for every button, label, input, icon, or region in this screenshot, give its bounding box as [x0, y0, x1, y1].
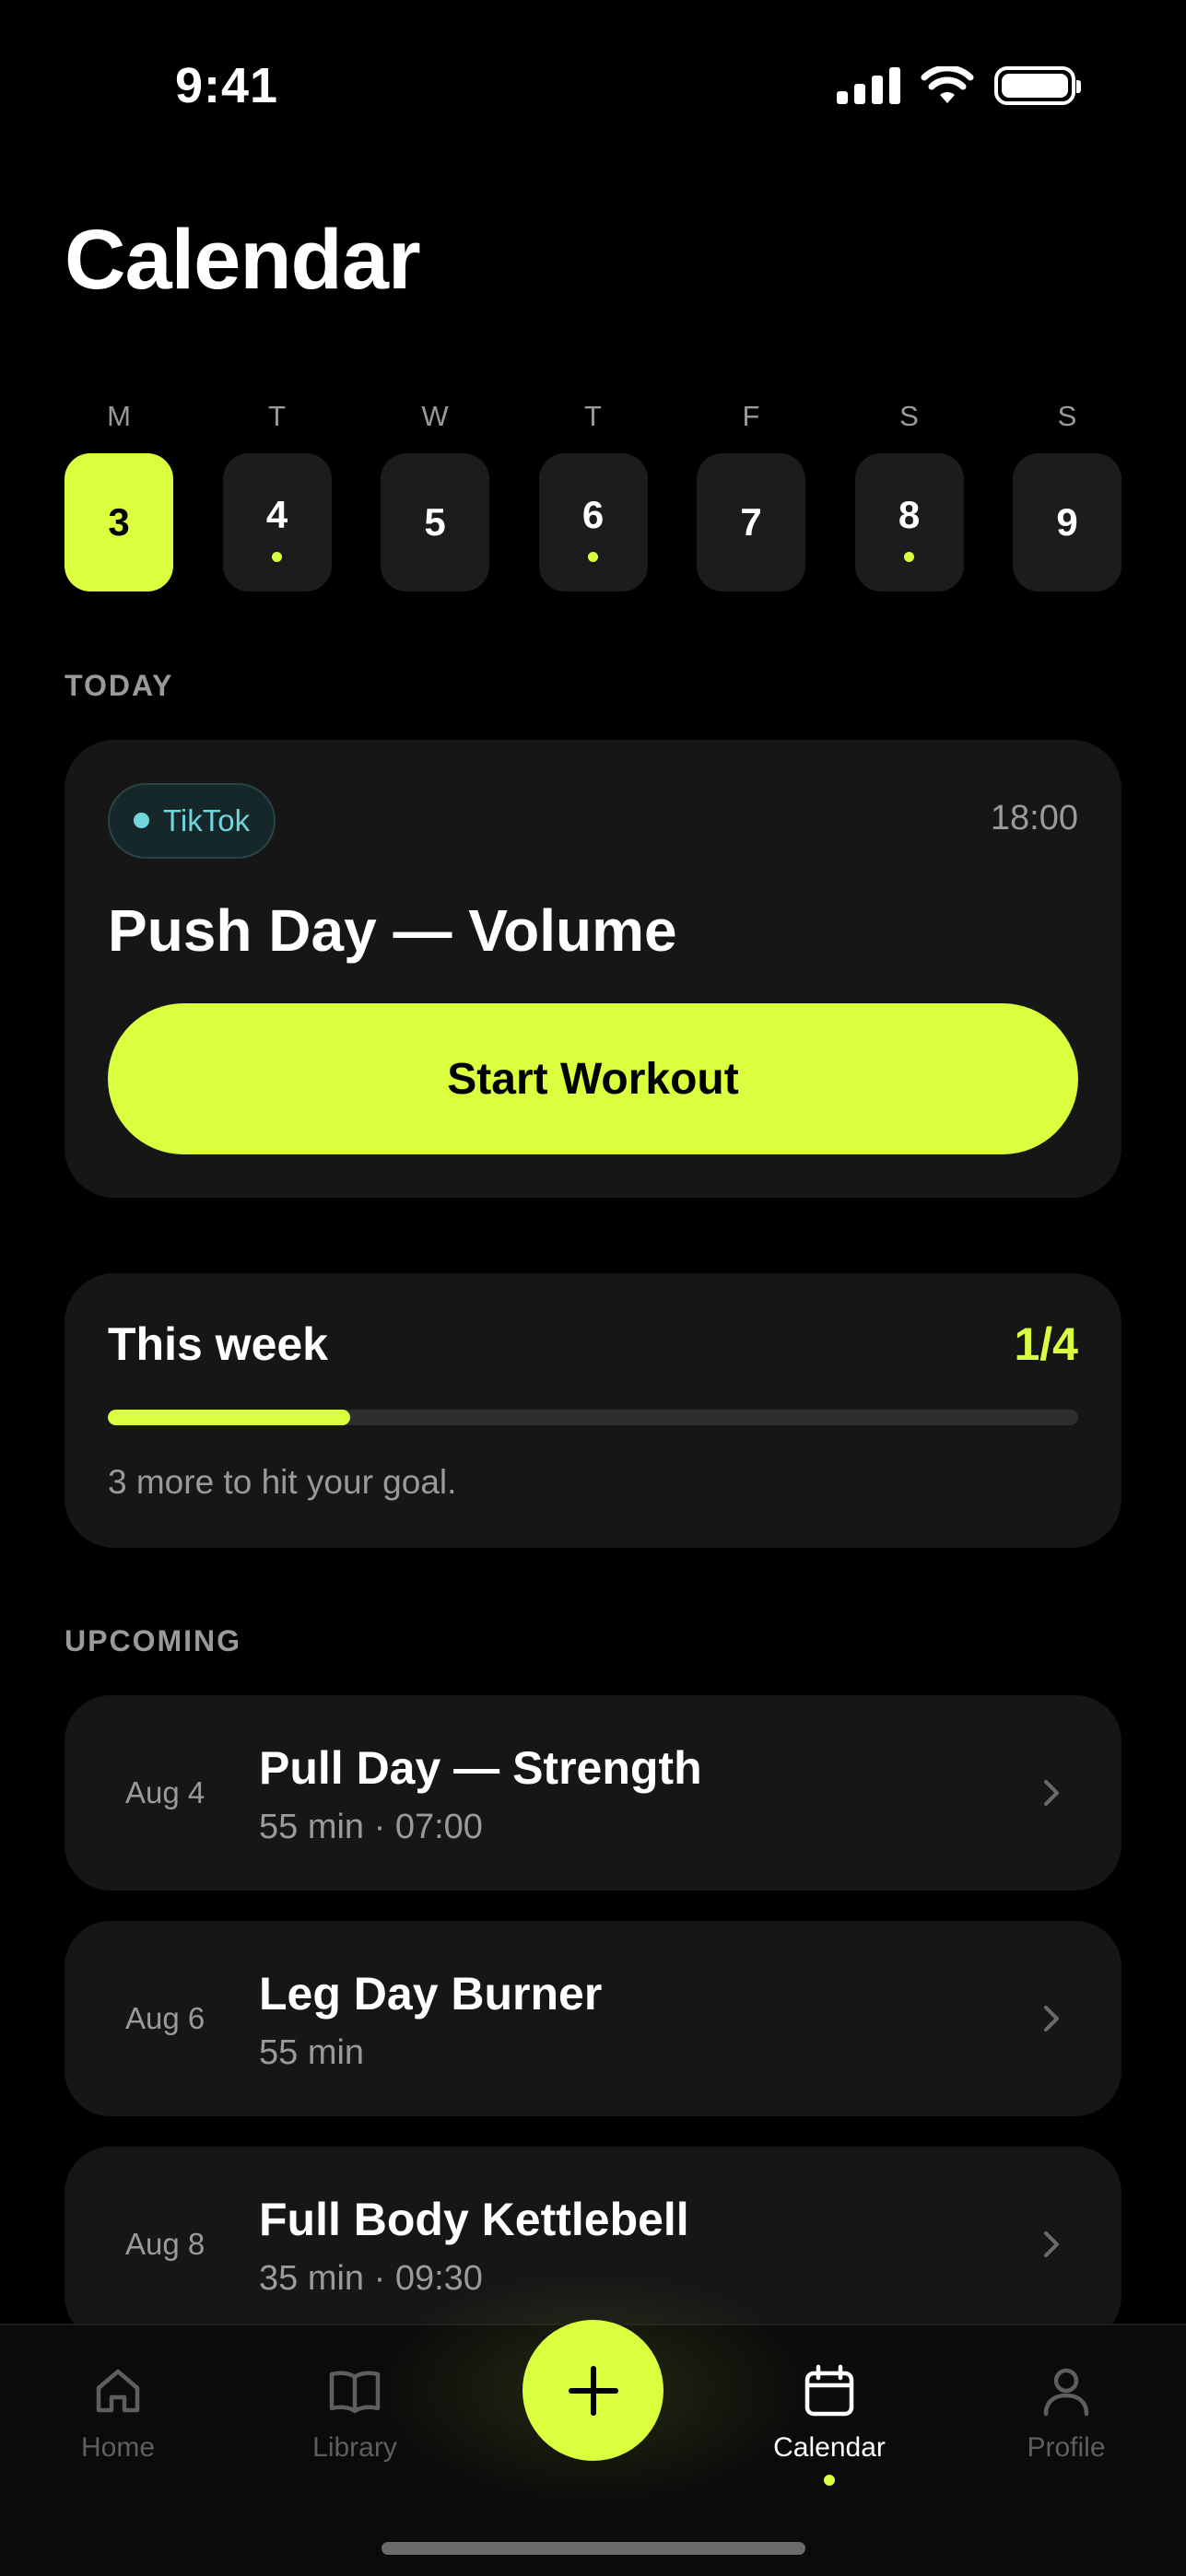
home-indicator [382, 2542, 805, 2555]
day-column: T4 [222, 396, 332, 591]
tab-home[interactable]: Home [26, 2362, 210, 2464]
plus-icon [568, 2365, 618, 2416]
day-number: 8 [898, 493, 921, 536]
day-column: F7 [697, 396, 805, 591]
day-column: S9 [1013, 396, 1121, 591]
day-number: 6 [581, 493, 605, 536]
weekly-progress-count: 1/4 [1014, 1318, 1078, 1370]
upcoming-section-label: UPCOMING [65, 1624, 241, 1657]
upcoming-meta: 55 min [259, 2033, 365, 2072]
day-column: S8 [854, 396, 964, 591]
upcoming-date: Aug 4 [125, 1775, 205, 1809]
week-strip: M3T4W5T6F7S8S9 [65, 396, 1121, 591]
tab-library-label: Library [312, 2432, 397, 2463]
tab-profile[interactable]: Profile [974, 2362, 1158, 2464]
start-workout-button[interactable]: Start Workout [108, 1003, 1078, 1154]
battery-icon [994, 66, 1081, 105]
status-bar: 9:41 [0, 0, 1186, 166]
day-number: 9 [1056, 500, 1078, 544]
upcoming-date: Aug 6 [125, 2001, 205, 2035]
day-pill[interactable]: 6 [538, 453, 648, 591]
weekly-progress-card: This week 1/4 3 more to hit your goal. [65, 1273, 1121, 1548]
day-pill[interactable]: 7 [697, 453, 805, 591]
add-workout-button[interactable] [523, 2320, 663, 2461]
today-section-label: TODAY [65, 669, 174, 702]
weekday-letter: W [421, 400, 449, 432]
calendar-icon [804, 2364, 854, 2417]
day-number: 5 [424, 500, 446, 544]
weekly-progress-bar [108, 1410, 1078, 1425]
day-column: W5 [381, 396, 489, 591]
day-pill[interactable]: 8 [854, 453, 964, 591]
day-pill[interactable]: 3 [65, 453, 173, 591]
upcoming-title: Pull Day — Strength [259, 1742, 702, 1794]
tab-profile-label: Profile [1027, 2432, 1106, 2463]
tab-library[interactable]: Library [263, 2362, 447, 2464]
status-icons [837, 66, 1081, 105]
book-icon [329, 2371, 381, 2414]
profile-icon [1043, 2368, 1089, 2417]
upcoming-meta: 35 min · 09:30 [259, 2259, 483, 2298]
workout-time: 18:00 [990, 799, 1078, 837]
event-dot [272, 552, 282, 562]
upcoming-workout-row[interactable]: Aug 4 Pull Day — Strength 55 min · 07:00 [65, 1695, 1121, 1891]
day-pill[interactable]: 4 [222, 453, 332, 591]
event-dot [588, 552, 598, 562]
upcoming-workout-row[interactable]: Aug 6 Leg Day Burner 55 min [65, 1921, 1121, 2116]
chevron-right-icon [1044, 2231, 1059, 2257]
home-icon [96, 2369, 140, 2413]
upcoming-workout-row[interactable]: Aug 8 Full Body Kettlebell 35 min · 09:30 [65, 2147, 1121, 2342]
weekly-progress-title: This week [108, 1318, 328, 1370]
weekly-progress-fill [108, 1410, 351, 1425]
day-column: M3 [65, 396, 173, 591]
event-dot [904, 552, 914, 562]
active-tab-indicator [824, 2475, 835, 2486]
weekday-letter: T [584, 400, 602, 432]
tab-calendar[interactable]: Calendar [737, 2362, 922, 2486]
day-number: 4 [265, 493, 288, 536]
day-column: T6 [538, 396, 648, 591]
source-tag: TikTok [108, 783, 276, 859]
tab-calendar-label: Calendar [773, 2432, 886, 2463]
upcoming-list: Aug 4 Pull Day — Strength 55 min · 07:00 Au… [65, 1695, 1121, 2372]
upcoming-meta: 55 min · 07:00 [259, 1808, 483, 1846]
weekday-letter: S [1057, 400, 1077, 432]
tab-home-label: Home [80, 2432, 156, 2463]
workout-title: Push Day — Volume [108, 897, 677, 964]
weekday-letter: T [268, 400, 286, 432]
day-number: 3 [108, 500, 130, 544]
weekday-letter: S [899, 400, 919, 432]
wifi-icon [921, 66, 974, 103]
day-number: 7 [740, 500, 762, 544]
day-pill[interactable]: 5 [381, 453, 489, 591]
upcoming-title: Full Body Kettlebell [259, 2194, 689, 2245]
weekday-letter: F [742, 400, 760, 432]
cellular-signal-icon [837, 67, 900, 104]
upcoming-title: Leg Day Burner [259, 1968, 603, 2020]
status-time: 9:41 [175, 58, 279, 113]
page-title: Calendar [65, 213, 421, 307]
today-workout-card[interactable]: TikTok 18:00 Push Day — Volume Start Wor… [65, 740, 1121, 1198]
upcoming-date: Aug 8 [125, 2227, 205, 2261]
chevron-right-icon [1044, 1780, 1059, 1806]
tab-bar: Home Library Calendar Profile [0, 2270, 1186, 2576]
day-pill[interactable]: 9 [1013, 453, 1121, 591]
chevron-right-icon [1044, 2006, 1059, 2032]
weekly-progress-note: 3 more to hit your goal. [108, 1463, 457, 1501]
weekday-letter: M [107, 400, 131, 432]
